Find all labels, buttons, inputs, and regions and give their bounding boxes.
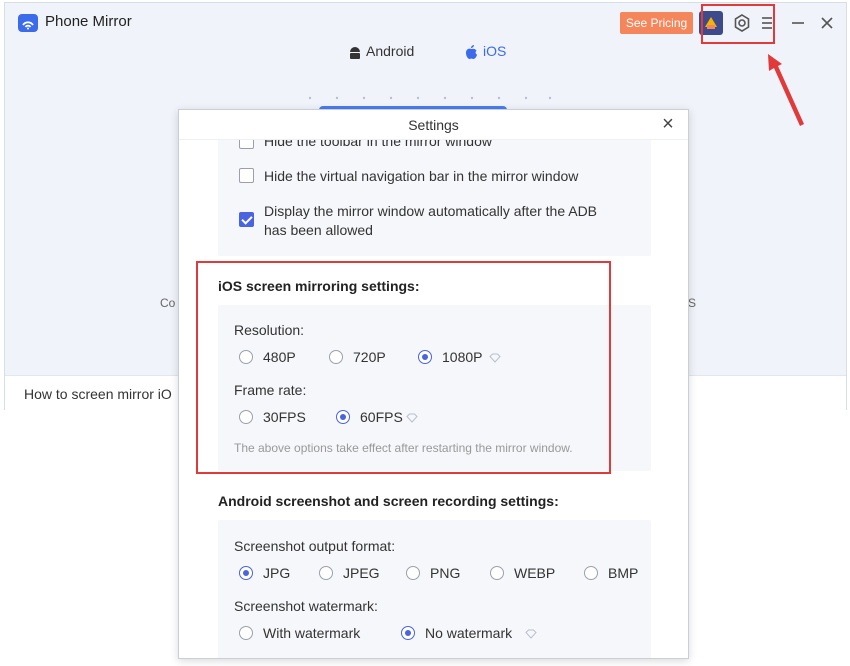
resolution-720p-label: 720P [353, 349, 386, 365]
resolution-720p-radio[interactable] [329, 350, 343, 364]
framerate-30fps-radio[interactable] [239, 410, 253, 424]
android-section-heading: Android screenshot and screen recording … [218, 493, 559, 509]
app-logo-icon [18, 14, 38, 32]
no-watermark-radio[interactable] [401, 626, 415, 640]
settings-dialog: Hide the toolbar in the mirror window Hi… [178, 109, 689, 659]
android-icon [350, 47, 360, 59]
toolbar-highlight-annotation [701, 4, 775, 44]
resolution-480p-radio[interactable] [239, 350, 253, 364]
tab-android-label: Android [366, 43, 415, 59]
apple-icon [466, 45, 477, 59]
with-watermark-radio[interactable] [239, 626, 253, 640]
format-bmp-radio[interactable] [584, 566, 598, 580]
app-title: Phone Mirror [45, 13, 132, 30]
resolution-1080p-label: 1080P [442, 349, 483, 365]
format-png-label: PNG [430, 565, 461, 581]
framerate-60fps-radio[interactable] [336, 410, 350, 424]
premium-diamond-icon [489, 353, 501, 363]
dialog-title: Settings [408, 117, 459, 133]
no-watermark-label: No watermark [425, 625, 513, 641]
screenshot-watermark-label: Screenshot watermark: [234, 598, 378, 614]
red-arrow-annotation [768, 54, 804, 126]
background-text-fragment: S [688, 296, 697, 310]
dotted-divider [308, 96, 552, 100]
auto-display-checkbox[interactable] [239, 212, 254, 227]
frame-rate-label: Frame rate: [234, 382, 307, 398]
format-jpg-radio[interactable] [239, 566, 253, 580]
premium-diamond-icon [525, 629, 537, 639]
hide-nav-bar-checkbox[interactable] [239, 168, 254, 183]
hide-nav-bar-label: Hide the virtual navigation bar in the m… [264, 168, 579, 184]
format-webp-radio[interactable] [490, 566, 504, 580]
with-watermark-label: With watermark [263, 625, 361, 641]
minimize-icon[interactable] [788, 13, 808, 33]
auto-display-label: Display the mirror window automatically … [264, 203, 598, 219]
format-jpeg-label: JPEG [343, 565, 380, 581]
format-png-radio[interactable] [406, 566, 420, 580]
auto-display-label-line2: has been allowed [264, 222, 373, 238]
close-dialog-icon[interactable]: × [658, 113, 678, 135]
background-text-fragment: Co [160, 296, 176, 310]
ios-section-heading: iOS screen mirroring settings: [218, 278, 420, 294]
see-pricing-button[interactable]: See Pricing [620, 12, 693, 34]
tab-ios-label: iOS [483, 43, 507, 59]
resolution-480p-label: 480P [263, 349, 296, 365]
framerate-30fps-label: 30FPS [263, 409, 306, 425]
screenshot-format-label: Screenshot output format: [234, 538, 396, 554]
help-link[interactable]: How to screen mirror iO [24, 386, 172, 402]
premium-diamond-icon [406, 413, 418, 423]
resolution-1080p-radio[interactable] [418, 350, 432, 364]
format-webp-label: WEBP [514, 565, 556, 581]
format-jpeg-radio[interactable] [319, 566, 333, 580]
close-window-icon[interactable] [817, 13, 837, 33]
restart-note: The above options take effect after rest… [234, 441, 573, 455]
resolution-label: Resolution: [234, 322, 305, 338]
framerate-60fps-label: 60FPS [360, 409, 403, 425]
format-jpg-label: JPG [263, 565, 291, 581]
format-bmp-label: BMP [608, 565, 639, 581]
dialog-header: Settings × [179, 110, 688, 140]
